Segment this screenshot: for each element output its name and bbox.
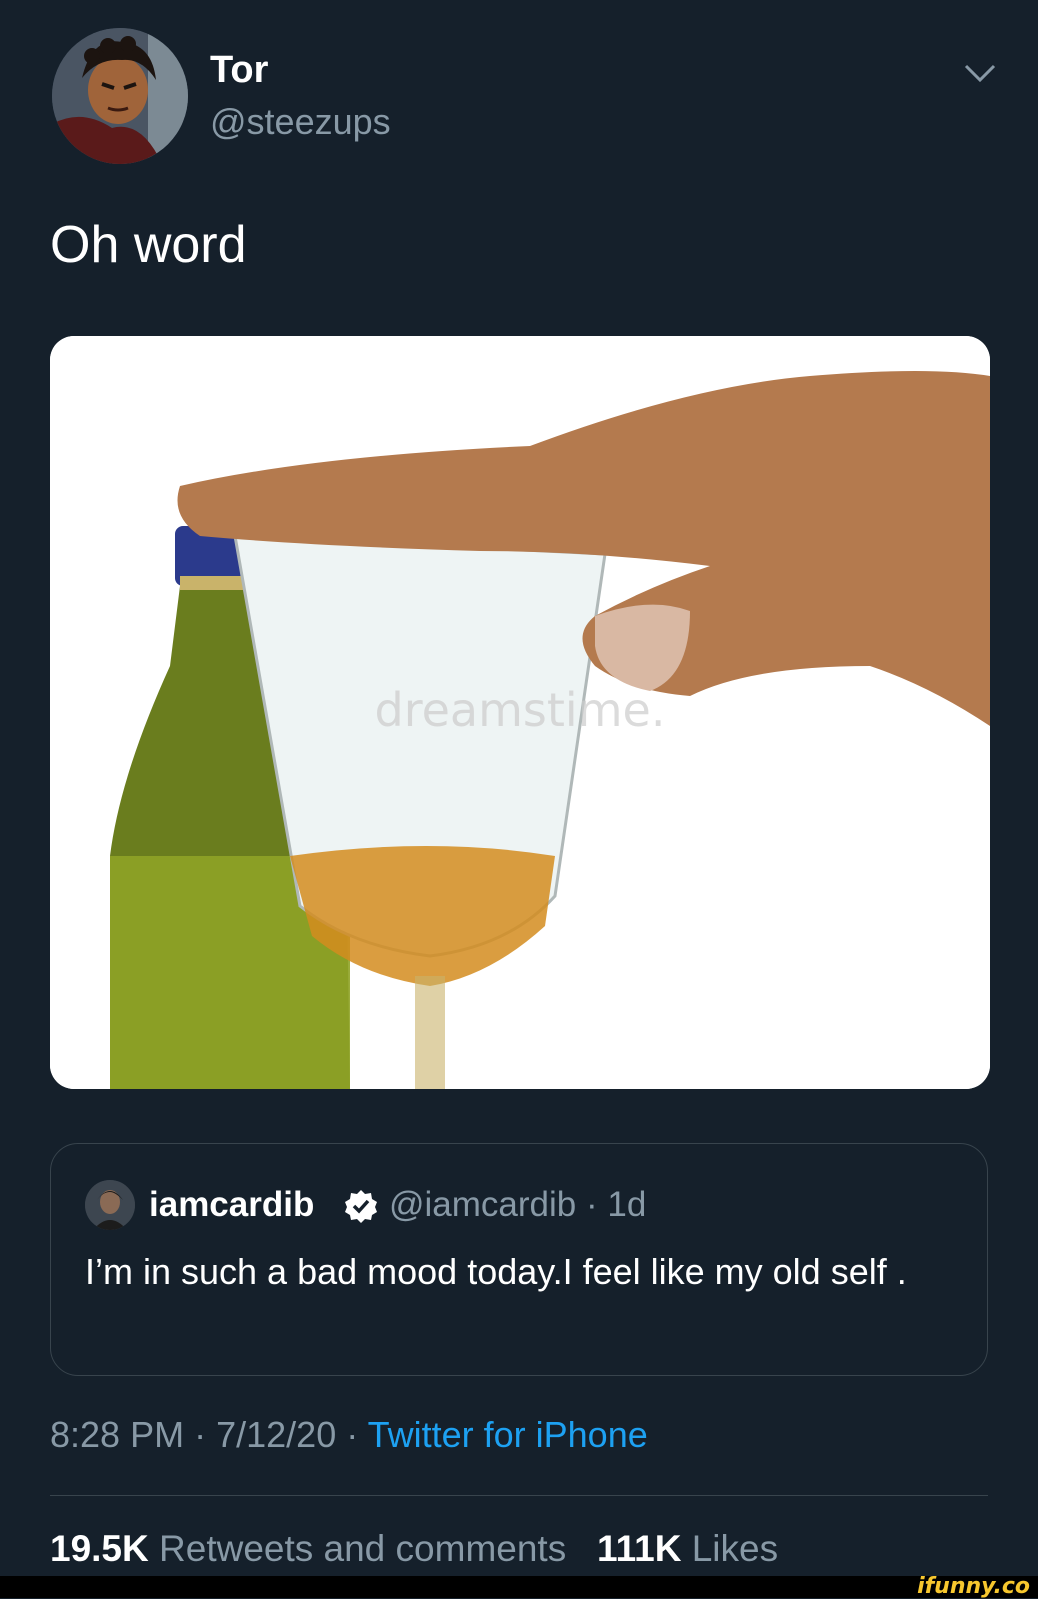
tweet-media[interactable]: dreamstime.	[50, 336, 990, 1089]
meta-separator-2: ·	[346, 1414, 359, 1455]
photo-bottle-glass-hand: dreamstime.	[50, 336, 990, 1089]
watermark-bar	[0, 1576, 1038, 1598]
ifunny-watermark: ifunny.co	[917, 1574, 1030, 1599]
quoted-separator: ·	[586, 1185, 598, 1224]
likes-count: 111K	[597, 1528, 682, 1569]
tweet-stats: 19.5K Retweets and comments 111K Likes	[50, 1526, 778, 1572]
retweets-count: 19.5K	[50, 1528, 149, 1569]
quoted-handle[interactable]: @iamcardib	[389, 1185, 576, 1224]
author-name[interactable]: Tor	[210, 48, 268, 92]
retweets-stat[interactable]: 19.5K Retweets and comments	[50, 1528, 566, 1569]
quoted-age[interactable]: 1d	[607, 1185, 646, 1224]
likes-stat[interactable]: 111K Likes	[597, 1528, 778, 1569]
photo-avatar-icon	[85, 1180, 135, 1230]
tweet-date: 7/12/20	[216, 1414, 337, 1455]
author-handle[interactable]: @steezups	[210, 100, 391, 144]
meta-separator: ·	[194, 1414, 207, 1455]
retweets-label: Retweets and comments	[159, 1528, 567, 1569]
verified-badge-icon	[345, 1190, 377, 1223]
likes-label: Likes	[691, 1528, 779, 1569]
tweet-time: 8:28 PM	[50, 1414, 185, 1455]
quoted-text: I’m in such a bad mood today.I feel like…	[85, 1251, 907, 1292]
quoted-handle-line: @iamcardib · 1d	[389, 1180, 646, 1230]
chevron-down-icon[interactable]	[962, 58, 998, 88]
tweet-text: Oh word	[50, 216, 247, 274]
tweet-meta: 8:28 PM · 7/12/20 · Twitter for iPhone	[50, 1412, 648, 1458]
cartoon-avatar-icon	[52, 28, 188, 164]
media-watermark: dreamstime.	[375, 683, 666, 737]
quoted-avatar[interactable]	[85, 1180, 135, 1230]
author-avatar[interactable]	[52, 28, 188, 164]
tweet-source-link[interactable]: Twitter for iPhone	[368, 1414, 648, 1455]
divider	[50, 1495, 988, 1496]
quoted-tweet[interactable]: iamcardib @iamcardib · 1d I’m in such a …	[50, 1143, 988, 1376]
quoted-name[interactable]: iamcardib	[149, 1180, 314, 1230]
